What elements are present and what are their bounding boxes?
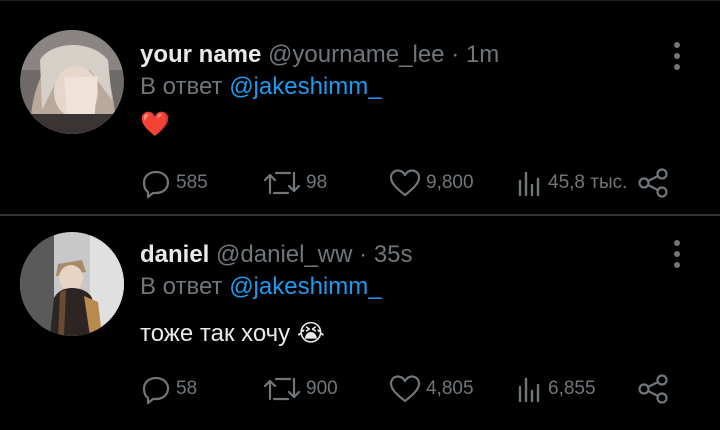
share-icon bbox=[638, 374, 668, 404]
display-name[interactable]: your name bbox=[140, 41, 261, 68]
timestamp[interactable]: 1m bbox=[466, 41, 499, 68]
retweet-button[interactable]: 98 bbox=[262, 166, 327, 200]
like-icon bbox=[389, 169, 421, 197]
tweet-header: your name @yourname_lee · 1m bbox=[140, 41, 499, 69]
separator-dot: · bbox=[359, 241, 368, 268]
tweet[interactable]: your name @yourname_lee · 1m В ответ @ja… bbox=[0, 6, 720, 214]
views-count: 45,8 тыс. bbox=[548, 172, 628, 193]
share-button[interactable] bbox=[636, 166, 670, 200]
reply-count: 585 bbox=[176, 172, 208, 193]
views-button[interactable]: 45,8 тыс. bbox=[516, 166, 627, 200]
share-icon bbox=[638, 168, 668, 198]
display-name[interactable]: daniel bbox=[140, 241, 209, 268]
retweet-count: 98 bbox=[306, 172, 328, 193]
user-handle[interactable]: @daniel_ww bbox=[216, 241, 352, 268]
views-icon bbox=[518, 171, 540, 197]
views-icon bbox=[518, 377, 540, 403]
reply-mention-link[interactable]: @jakeshimm_ bbox=[229, 73, 381, 100]
tweet-text: ❤️ bbox=[140, 111, 170, 138]
retweet-button[interactable]: 900 bbox=[262, 372, 338, 406]
avatar[interactable] bbox=[20, 232, 124, 336]
tweet-actions: 585 98 9,800 45,8 тыс. bbox=[140, 166, 680, 200]
user-handle[interactable]: @yourname_lee bbox=[268, 41, 444, 68]
like-count: 4,805 bbox=[426, 378, 474, 399]
like-button[interactable]: 9,800 bbox=[388, 166, 474, 200]
tweet-text: тоже так хочу 😭 bbox=[140, 320, 325, 347]
reply-button[interactable]: 58 bbox=[140, 372, 197, 406]
retweet-count: 900 bbox=[306, 378, 338, 399]
reply-button[interactable]: 585 bbox=[140, 166, 208, 200]
more-icon[interactable] bbox=[666, 236, 690, 272]
reply-prefix: В ответ bbox=[140, 73, 223, 100]
separator-dot: · bbox=[451, 41, 460, 68]
share-button[interactable] bbox=[636, 372, 670, 406]
like-count: 9,800 bbox=[426, 172, 474, 193]
top-border bbox=[0, 0, 720, 1]
like-icon bbox=[389, 375, 421, 403]
reply-count: 58 bbox=[176, 378, 198, 399]
reply-mention-link[interactable]: @jakeshimm_ bbox=[229, 273, 381, 300]
like-button[interactable]: 4,805 bbox=[388, 372, 474, 406]
tweet[interactable]: daniel @daniel_ww · 35s В ответ @jakeshi… bbox=[0, 216, 720, 430]
timestamp[interactable]: 35s bbox=[374, 241, 413, 268]
views-count: 6,855 bbox=[548, 378, 596, 399]
tweet-actions: 58 900 4,805 6,855 bbox=[140, 372, 680, 406]
reply-icon bbox=[142, 170, 170, 199]
reply-prefix: В ответ bbox=[140, 273, 223, 300]
tweet-header: daniel @daniel_ww · 35s bbox=[140, 241, 413, 269]
retweet-icon bbox=[263, 377, 301, 401]
retweet-icon bbox=[263, 171, 301, 195]
more-icon[interactable] bbox=[666, 38, 690, 74]
reply-context: В ответ @jakeshimm_ bbox=[140, 73, 382, 101]
avatar[interactable] bbox=[20, 30, 124, 134]
views-button[interactable]: 6,855 bbox=[516, 372, 596, 406]
reply-context: В ответ @jakeshimm_ bbox=[140, 273, 382, 301]
reply-icon bbox=[142, 376, 170, 405]
